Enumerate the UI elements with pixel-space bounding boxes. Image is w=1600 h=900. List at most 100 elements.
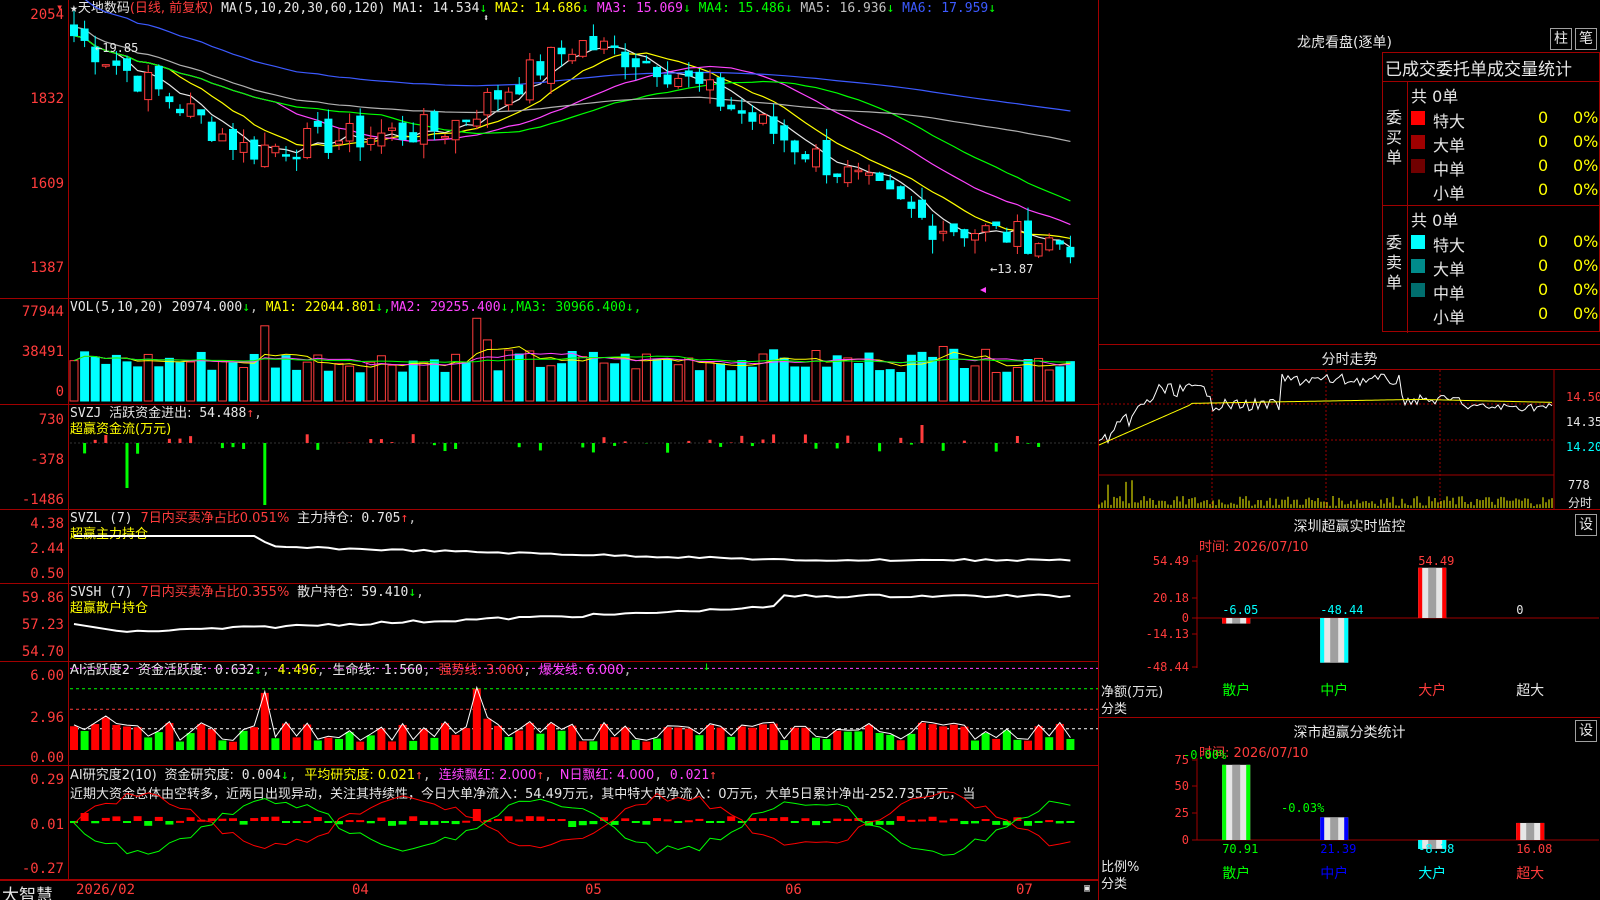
research-bar [419,821,428,825]
candlestick-chart[interactable]: ⬍ [0,0,1098,299]
candle-body [663,74,672,85]
candle-body [875,172,884,181]
volume-bar [461,362,471,402]
volume-bar [1065,361,1075,402]
act-tick-3: 0.00 [30,750,64,766]
volume-bar [928,356,938,402]
activity-bar [610,737,619,750]
row-pct: 0% [1573,256,1599,275]
fund-flow-bar [740,435,744,443]
candle-body [854,169,863,173]
table-title: 已成交委托单成交量统计 [1385,60,1572,80]
activity-bar [176,741,184,750]
fund-flow-bar [846,435,850,443]
svsh-tick-2: 57.23 [21,617,64,633]
candle-body [292,156,301,160]
candle-body [748,112,757,122]
activity-bar [292,737,301,750]
research-bar [949,818,958,821]
volume-bar [705,361,715,402]
legend-swatch [1411,259,1425,273]
research-bar [409,816,418,821]
candle-body [790,140,799,153]
fund-flow-bars[interactable] [0,405,1098,510]
research-bars[interactable] [0,766,1098,880]
cursor-top-icon: ⬍ [483,13,489,24]
dragon-panel[interactable]: 龙虎看盘(逐单) 柱 笔 已成交委托单成交量统计 委买单 委卖单 共 0单 共 … [1099,0,1600,345]
activity-bar [928,724,937,750]
candle-body [144,72,153,101]
svzl-pane[interactable]: SVZL (7) 7日内买卖净占比0.051% 主力持仓: 0.705↑, 超赢… [0,510,1098,584]
research-bar [260,816,269,821]
activity-bar [419,729,428,750]
main-force-line[interactable] [0,510,1098,584]
activity-bar [271,738,280,750]
dragon-title: 龙虎看盘(逐单) [1297,35,1392,51]
bar-value-label: 70.91 [1222,842,1258,856]
fund-flow-bar [316,443,320,450]
candle-body [1002,231,1011,243]
activity-bar [949,724,958,750]
candle-body [992,221,1001,227]
ai-activity-pane[interactable]: AI活跃度2 资金活跃度: 0.632↓, 4.496, 生命线: 1.560,… [0,659,1098,766]
volume-bar [143,353,153,402]
fund-flow-bar [772,434,776,443]
bar-edge-right [1246,764,1251,840]
candle-body [769,116,778,134]
research-bar [631,821,640,823]
ai-research-pane[interactable]: AI研究度2(10) 资金研究度: 0.004↓, 平均研究度: 0.021↑,… [0,766,1098,880]
candle-body [504,91,513,106]
monitor-panel[interactable]: 深圳超赢实时监控 设 时间: 2026/07/10 54.49 20.18 0 -14… [1099,510,1600,718]
activity-bar [621,727,630,750]
fund-flow-bar [263,443,267,505]
research-bar [960,821,969,825]
activity-bar [589,741,598,750]
volume-bar [376,355,386,402]
intra-vol-tick: 778 [1568,478,1590,492]
research-bar [801,818,810,821]
stats-x-label: 分类 [1101,877,1128,892]
activity-bar [790,727,799,750]
svzj-pane[interactable]: SVZJ 活跃资金进出: 54.488↑, 超赢资金流(万元) 730 -378… [0,405,1098,510]
candle-body [843,166,852,184]
research-bar [398,821,407,825]
activity-bar [812,737,820,750]
intraday-panel[interactable]: 分时走势 14.50 14.35 14.20 778 分时 [1098,345,1600,510]
volume-pane[interactable]: VOL(5,10,20) 20974.000↓, MA1: 22044.801↓… [0,299,1098,405]
retail-holding-line[interactable] [0,584,1098,662]
research-bar [207,818,216,821]
volume-bar [620,353,630,402]
lock-icon[interactable]: ▣ [1084,883,1090,894]
research-bar [992,821,1001,825]
candle-body [833,173,842,178]
tab-tick[interactable]: 笔 [1575,28,1597,50]
volume-bars[interactable] [0,299,1098,405]
candle-body [112,60,121,66]
fund-flow-bar [920,425,924,443]
tab-bar[interactable]: 柱 [1550,28,1572,50]
row-pct: 0% [1573,280,1599,299]
research-bar [886,821,895,825]
intraday-chart[interactable] [1098,345,1600,510]
candle-body [430,111,439,132]
research-bar [388,821,396,826]
row-label: 小单 [1433,184,1466,203]
volume-bar [493,370,503,402]
kline-pane[interactable]: ▾ ★天地数码(日线, 前复权) MA(5,10,20,30,60,120) M… [0,0,1098,299]
volume-bar [546,365,556,402]
candle-body [356,115,365,148]
research-bar [377,817,386,821]
x-label-3: 05 [585,882,602,898]
research-bar [621,818,630,821]
volume-bar [345,365,355,402]
volume-bar [1044,369,1054,402]
svsh-pane[interactable]: SVSH (7) 7日内买卖净占比0.355% 散户持仓: 59.410↓, 超… [0,584,1098,662]
fund-flow-bar [835,443,839,449]
volume-bar [716,363,726,402]
activity-bar [91,724,100,750]
candle-body [377,132,386,147]
candle-body [229,128,237,150]
stats-panel[interactable]: 深市超赢分类统计 设 时间: 2026/07/10 75 50 25 0 70.91 散户… [1099,718,1600,900]
svsh-tick-1: 59.86 [21,590,64,606]
activity-bars[interactable]: ↓ [0,659,1098,766]
